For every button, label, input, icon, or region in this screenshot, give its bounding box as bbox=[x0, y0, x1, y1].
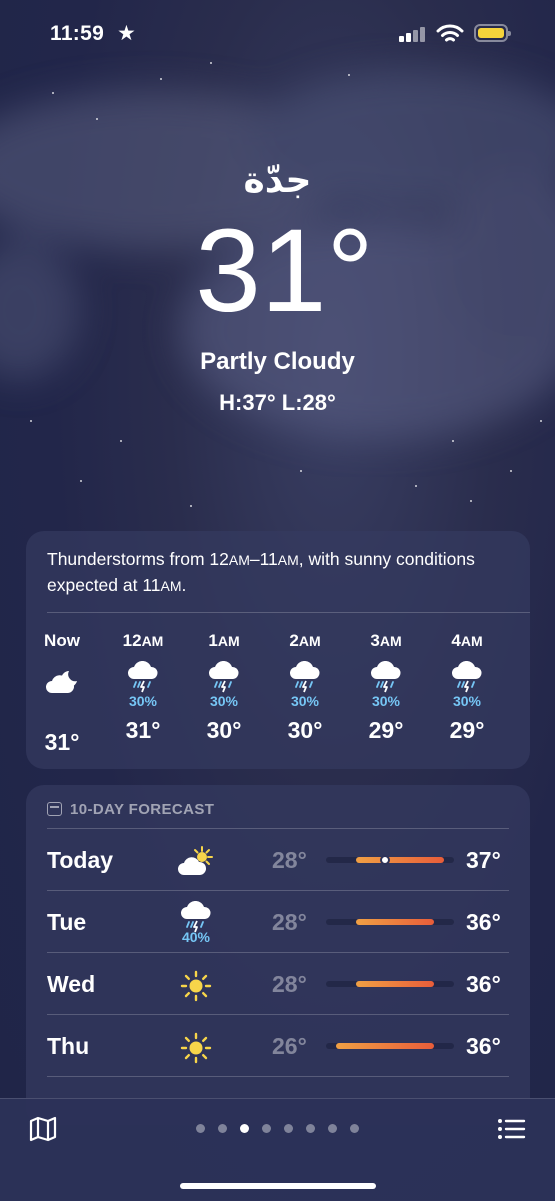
hour-temperature: 29° bbox=[368, 717, 404, 743]
page-dot[interactable] bbox=[240, 1124, 249, 1133]
forecast-day: Wed bbox=[47, 971, 96, 997]
page-indicator[interactable] bbox=[196, 1124, 359, 1134]
forecast-row[interactable]: Today 28° 37° bbox=[26, 829, 530, 891]
hour-temperature: 30° bbox=[287, 717, 323, 743]
precip-chance: 30% bbox=[371, 693, 401, 709]
temperature-range-fill bbox=[335, 1043, 435, 1049]
current-temperature: 31° bbox=[195, 205, 374, 337]
page-dot[interactable] bbox=[196, 1124, 205, 1133]
current-condition: Partly Cloudy bbox=[200, 348, 355, 375]
hour-temperature: 29° bbox=[449, 717, 485, 743]
hour-item: 1AM 30% 30° bbox=[194, 631, 254, 744]
page-dot[interactable] bbox=[306, 1124, 315, 1133]
forecast-day: Tue bbox=[47, 909, 87, 935]
bottom-toolbar bbox=[0, 1098, 555, 1201]
wifi-icon bbox=[436, 24, 464, 42]
temperature-range-bar bbox=[326, 919, 454, 925]
low-temperature: 26° bbox=[272, 1033, 307, 1059]
ten-day-forecast-card[interactable]: 10-DAY FORECAST Today 28° 37° Tue 40% 28° 36° W… bbox=[26, 785, 530, 1125]
forecast-row[interactable]: Wed 28° 36° bbox=[26, 953, 530, 1015]
low-temperature: 28° bbox=[272, 847, 307, 873]
high-low: H:37° L:28° bbox=[219, 390, 336, 415]
precip-chance: 30% bbox=[452, 693, 482, 709]
precip-chance: 30% bbox=[128, 693, 158, 709]
hour-item: 3AM 30% 29° bbox=[356, 631, 416, 744]
precip-chance: 30% bbox=[290, 693, 320, 709]
forecast-row[interactable]: Tue 40% 28° 36° bbox=[26, 891, 530, 953]
hour-temperature: 31° bbox=[44, 729, 80, 755]
battery-icon bbox=[474, 24, 511, 42]
sun-cloud-icon bbox=[174, 839, 218, 881]
temperature-range-fill bbox=[355, 857, 445, 863]
hour-temperature: 30° bbox=[206, 717, 242, 743]
temperature-range-bar bbox=[326, 1043, 454, 1049]
high-temperature: 36° bbox=[466, 1033, 501, 1059]
hourly-forecast-card[interactable]: Thunderstorms from 12AM–11AM, with sunny… bbox=[26, 531, 530, 769]
low-temperature: 28° bbox=[272, 971, 307, 997]
hour-label: 2AM bbox=[289, 631, 321, 650]
hour-label: 12AM bbox=[122, 631, 164, 650]
page-dot[interactable] bbox=[218, 1124, 227, 1133]
precip-chance: 30% bbox=[209, 693, 239, 709]
hour-temperature: 31° bbox=[125, 717, 161, 743]
hour-item: 4AM 30% 29° bbox=[437, 631, 497, 744]
temperature-range-fill bbox=[355, 981, 435, 987]
low-temperature: 28° bbox=[272, 909, 307, 935]
hour-label: Now bbox=[44, 631, 80, 650]
hour-item: Now 31° bbox=[32, 631, 92, 756]
forecast-row[interactable]: Thu 26° 36° bbox=[26, 1015, 530, 1077]
page-dot[interactable] bbox=[284, 1124, 293, 1133]
sun-icon bbox=[174, 963, 218, 1005]
hour-item: 2AM 30% 30° bbox=[275, 631, 335, 744]
calendar-icon bbox=[47, 802, 62, 816]
divider bbox=[47, 612, 530, 613]
page-dot[interactable] bbox=[262, 1124, 271, 1133]
list-icon[interactable] bbox=[496, 1115, 526, 1143]
status-bar: 11:59 ★ bbox=[0, 18, 555, 48]
cellular-signal-icon bbox=[399, 26, 427, 42]
map-icon[interactable] bbox=[28, 1115, 58, 1143]
temperature-range-bar bbox=[326, 981, 454, 987]
thunderstorm-icon: 40% bbox=[174, 901, 218, 945]
high-temperature: 36° bbox=[466, 909, 501, 935]
hour-label: 4AM bbox=[451, 631, 483, 650]
hour-label: 3AM bbox=[370, 631, 402, 650]
forecast-day: Today bbox=[47, 847, 114, 873]
forecast-title: 10-DAY FORECAST bbox=[47, 801, 214, 818]
city-name: جدّة bbox=[243, 160, 312, 201]
precip-chance bbox=[32, 699, 92, 717]
temperature-range-bar bbox=[326, 855, 454, 865]
high-temperature: 36° bbox=[466, 971, 501, 997]
status-time: 11:59 bbox=[50, 22, 105, 45]
page-dot[interactable] bbox=[350, 1124, 359, 1133]
location-star-icon: ★ bbox=[117, 22, 136, 45]
precip-chance: 40% bbox=[181, 929, 211, 945]
high-temperature: 37° bbox=[466, 847, 501, 873]
page-dot[interactable] bbox=[328, 1124, 337, 1133]
hourly-summary: Thunderstorms from 12AM–11AM, with sunny… bbox=[47, 549, 475, 595]
sun-icon bbox=[174, 1025, 218, 1067]
temperature-range-fill bbox=[355, 919, 435, 925]
home-indicator[interactable] bbox=[180, 1183, 376, 1189]
divider bbox=[47, 1076, 509, 1077]
current-temperature-marker bbox=[380, 855, 391, 865]
hour-item: 12AM 30% 31° bbox=[113, 631, 173, 744]
forecast-day: Thu bbox=[47, 1033, 90, 1059]
hour-label: 1AM bbox=[208, 631, 240, 650]
